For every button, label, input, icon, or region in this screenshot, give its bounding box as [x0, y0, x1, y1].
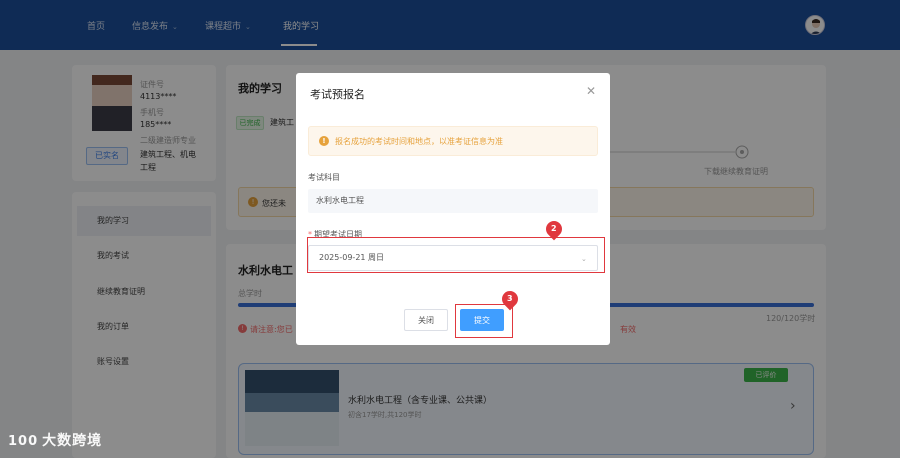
subject-field: 水利水电工程 — [308, 189, 598, 213]
exam-preregistration-dialog: 考试预报名 ✕ ! 报名成功的考试时间和地点，以准考证信息为准 考试科目 水利水… — [296, 73, 610, 345]
info-alert: ! 报名成功的考试时间和地点，以准考证信息为准 — [308, 126, 598, 156]
step-3-number: 3 — [507, 294, 513, 304]
close-icon[interactable]: ✕ — [586, 84, 596, 98]
watermark: 100 大数跨境 — [8, 430, 102, 450]
close-button[interactable]: 关闭 — [404, 309, 448, 331]
dialog-title: 考试预报名 — [310, 88, 365, 101]
watermark-logo: 100 — [8, 434, 39, 449]
step-2-number: 2 — [551, 224, 557, 234]
alert-text: 报名成功的考试时间和地点，以准考证信息为准 — [335, 137, 503, 146]
warning-icon: ! — [319, 136, 329, 146]
watermark-text: 大数跨境 — [42, 433, 103, 449]
highlight-date-select — [307, 237, 605, 273]
highlight-submit-button — [455, 304, 513, 338]
subject-label: 考试科目 — [308, 173, 340, 182]
